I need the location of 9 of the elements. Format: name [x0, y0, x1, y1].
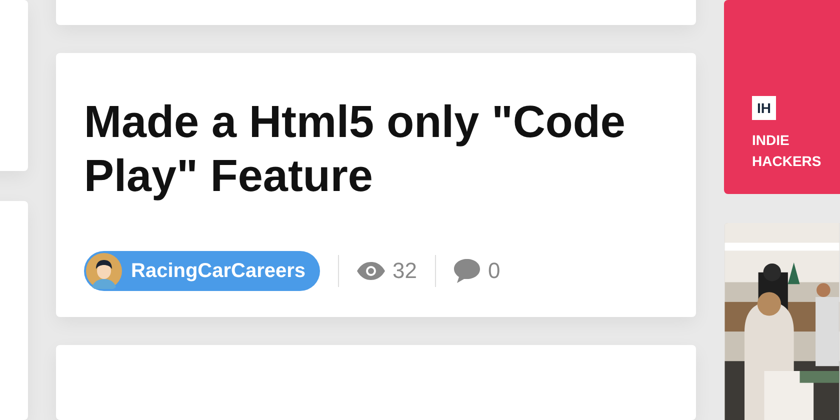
comment-count: 0: [488, 257, 500, 286]
view-count: 32: [392, 257, 418, 286]
post-title[interactable]: Made a Html5 only "Code Play" Feature: [84, 94, 668, 203]
sponsor-name: INDIE HACKERS: [752, 131, 822, 171]
sponsor-logo: IH: [752, 96, 776, 120]
eye-icon: [356, 262, 385, 280]
avatar-icon: [86, 252, 122, 289]
sponsor-card[interactable]: IH INDIE HACKERS: [724, 0, 840, 194]
comment-icon: [454, 258, 480, 283]
